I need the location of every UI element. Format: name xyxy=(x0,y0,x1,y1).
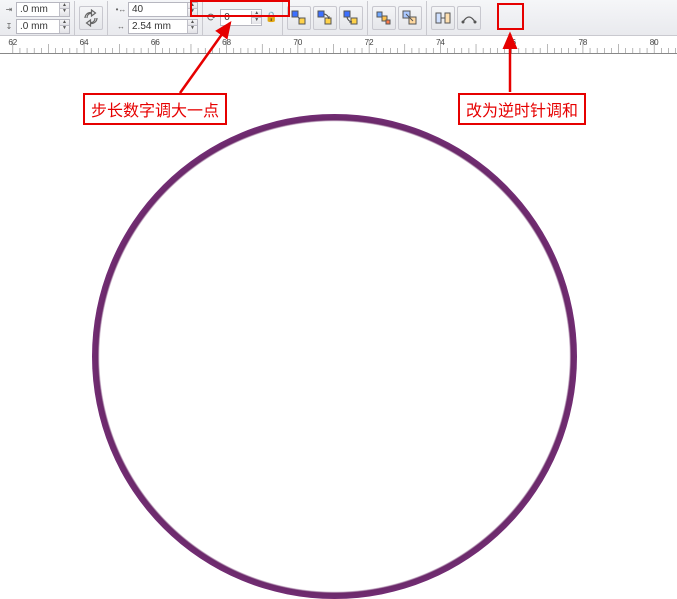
property-bar: ⇥ .0 mm ▲▼ ↧ .0 mm ▲▼ xyxy=(0,0,677,36)
right-callout: 改为逆时针调和 xyxy=(458,93,586,125)
direct-blend-button[interactable] xyxy=(287,6,311,30)
steps-icon: •↔ xyxy=(114,2,128,16)
spacing-spinner[interactable]: ▲▼ xyxy=(187,20,197,33)
loop-group xyxy=(79,1,108,35)
offset-x-icon: ⇥ xyxy=(2,2,16,16)
svg-text:74: 74 xyxy=(436,38,445,47)
rotation-group: ⟳ 0 ▲▼ 🔒 xyxy=(207,1,283,35)
offset-x-input[interactable]: .0 mm ▲▼ xyxy=(16,2,70,17)
offset-y-spinner[interactable]: ▲▼ xyxy=(59,20,69,33)
left-callout: 步长数字调大一点 xyxy=(83,93,227,125)
svg-text:70: 70 xyxy=(293,38,302,47)
map-nodes-button[interactable] xyxy=(398,6,422,30)
rainbow-ring[interactable] xyxy=(92,114,577,599)
path-properties-button[interactable] xyxy=(457,6,481,30)
offset-x-spinner[interactable]: ▲▼ xyxy=(59,3,69,16)
spacing-value: 2.54 mm xyxy=(129,21,187,32)
horizontal-ruler: 62 64 66 68 70 72 74 76 78 80 xyxy=(0,36,677,54)
svg-text:62: 62 xyxy=(8,38,17,47)
offset-y-icon: ↧ xyxy=(2,19,16,33)
spacing-icon: ↔ xyxy=(114,19,128,33)
misc-group xyxy=(372,1,427,35)
clockwise-blend-button[interactable] xyxy=(313,6,337,30)
svg-text:78: 78 xyxy=(578,38,587,47)
counterclockwise-blend-button[interactable] xyxy=(339,6,363,30)
spacing-input[interactable]: 2.54 mm ▲▼ xyxy=(128,19,198,34)
acceleration-button[interactable] xyxy=(372,6,396,30)
rotation-spinner[interactable]: ▲▼ xyxy=(251,11,261,24)
svg-text:64: 64 xyxy=(80,38,89,47)
start-end-button[interactable] xyxy=(431,6,455,30)
steps-group: •↔ 40 ▲▼ ↔ 2.54 mm ▲▼ xyxy=(112,1,203,35)
blend-direction-group xyxy=(287,1,368,35)
svg-text:72: 72 xyxy=(365,38,374,47)
offset-group: ⇥ .0 mm ▲▼ ↧ .0 mm ▲▼ xyxy=(2,1,75,35)
canvas[interactable] xyxy=(0,54,677,594)
offset-x-value: .0 mm xyxy=(17,4,59,15)
offset-y-input[interactable]: .0 mm ▲▼ xyxy=(16,19,70,34)
rotation-icon: ⟳ xyxy=(207,11,216,24)
svg-text:66: 66 xyxy=(151,38,160,47)
svg-text:80: 80 xyxy=(650,38,659,47)
steps-value: 40 xyxy=(129,4,187,15)
offset-y-value: .0 mm xyxy=(17,21,59,32)
rotation-lock-icon[interactable]: 🔒 xyxy=(264,12,278,23)
steps-input[interactable]: 40 ▲▼ xyxy=(128,2,198,17)
rotation-input[interactable]: 0 ▲▼ xyxy=(220,9,262,26)
loop-blend-button[interactable] xyxy=(79,6,103,30)
rotation-value: 0 xyxy=(221,12,251,23)
svg-text:68: 68 xyxy=(222,38,231,47)
svg-text:76: 76 xyxy=(507,38,516,47)
path-group xyxy=(431,1,485,35)
steps-spinner[interactable]: ▲▼ xyxy=(187,3,197,16)
